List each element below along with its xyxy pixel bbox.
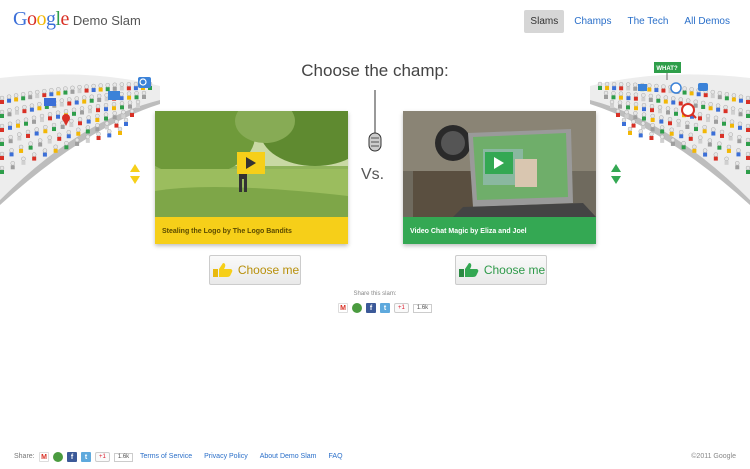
- about-demo-slam-link[interactable]: About Demo Slam: [260, 453, 317, 460]
- gmail-icon[interactable]: M: [39, 452, 49, 462]
- terms-of-service-link[interactable]: Terms of Service: [140, 453, 192, 460]
- choose-left-label: Choose me: [237, 263, 300, 277]
- footer-share-buttons: M f t +1 1.6k: [39, 452, 134, 462]
- left-vote-arrows: [130, 164, 140, 188]
- facebook-icon[interactable]: f: [67, 452, 77, 462]
- faq-link[interactable]: FAQ: [329, 453, 343, 460]
- right-video-caption[interactable]: Video Chat Magic by Eliza and Joel: [403, 217, 596, 244]
- buzz-icon[interactable]: [53, 452, 63, 462]
- privacy-policy-link[interactable]: Privacy Policy: [204, 453, 248, 460]
- facebook-icon[interactable]: f: [366, 303, 376, 313]
- footer-share-label: Share:: [14, 453, 35, 460]
- left-video-caption[interactable]: Stealing the Logo by The Logo Bandits: [155, 217, 348, 244]
- share-this-slam-label: Share this slam:: [353, 291, 397, 297]
- play-button[interactable]: [485, 152, 513, 174]
- play-icon: [246, 157, 256, 169]
- play-button[interactable]: [237, 152, 265, 174]
- choose-left-button[interactable]: Choose me: [209, 255, 301, 285]
- down-arrow-icon[interactable]: [130, 176, 140, 184]
- sign-blue-icon: [44, 98, 56, 106]
- page-title: Choose the champ:: [301, 61, 449, 80]
- copyright: ©2011 Google: [691, 453, 736, 460]
- up-arrow-icon[interactable]: [611, 164, 621, 172]
- up-arrow-icon[interactable]: [130, 164, 140, 172]
- left-video-thumbnail[interactable]: [155, 111, 348, 217]
- microphone-icon: [368, 90, 382, 152]
- right-vote-arrows: [611, 164, 621, 188]
- magnifier-sign-icon: [670, 82, 682, 94]
- right-video-card[interactable]: Video Chat Magic by Eliza and Joel: [403, 111, 596, 244]
- left-video-card[interactable]: Stealing the Logo by The Logo Bandits: [155, 111, 348, 244]
- footer-share-count: 1.6k: [113, 452, 134, 462]
- sign-calendar-icon: [108, 91, 120, 100]
- choose-right-label: Choose me: [483, 263, 546, 277]
- footer-links: Terms of Service Privacy Policy About De…: [140, 453, 343, 460]
- versus-label: Vs.: [361, 166, 385, 183]
- twitter-icon[interactable]: t: [81, 452, 91, 462]
- play-icon: [494, 157, 504, 169]
- gmail-icon[interactable]: M: [338, 303, 348, 313]
- down-arrow-icon[interactable]: [611, 176, 621, 184]
- sign-chat-icon: [698, 83, 708, 91]
- thumbs-up-icon: [212, 263, 233, 277]
- thumbs-up-icon: [458, 263, 479, 277]
- sign-camera-icon: [638, 84, 647, 91]
- google-plus-one-button[interactable]: +1: [95, 452, 110, 462]
- buzz-icon[interactable]: [352, 303, 362, 313]
- right-video-thumbnail[interactable]: [403, 111, 596, 217]
- twitter-icon[interactable]: t: [380, 303, 390, 313]
- share-buttons: M f t +1 1.6k: [338, 303, 433, 313]
- share-count: 1.6k: [412, 303, 433, 313]
- google-plus-one-button[interactable]: +1: [394, 303, 409, 313]
- choose-right-button[interactable]: Choose me: [455, 255, 547, 285]
